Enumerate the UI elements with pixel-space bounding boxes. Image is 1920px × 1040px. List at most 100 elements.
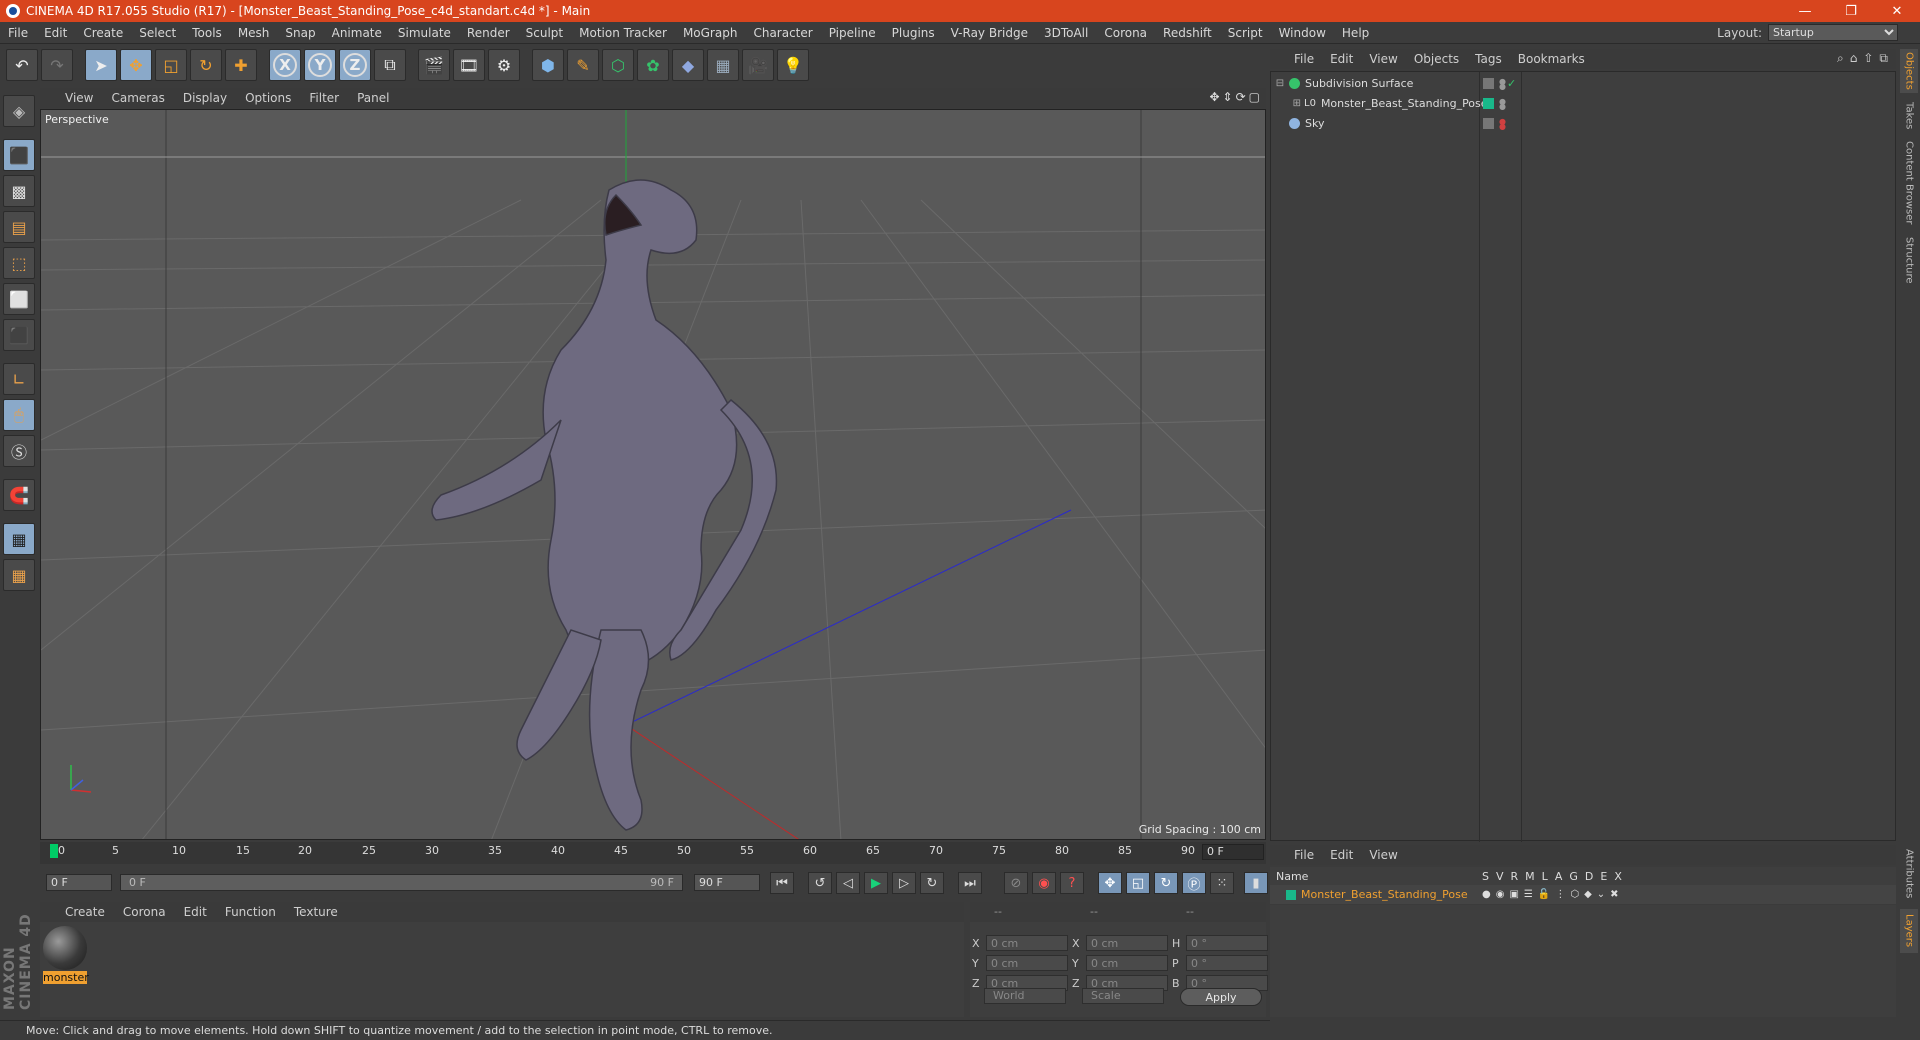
xref-flag-icon[interactable]: ✖ [1610, 889, 1618, 900]
add-spline-button[interactable]: ✎ [567, 49, 599, 81]
objects-menu-tags[interactable]: Tags [1467, 52, 1510, 66]
size-y-field[interactable]: 0 cm [1086, 955, 1168, 971]
object-row-subdivision-surface[interactable]: ⊟ Subdivision Surface ● ● ✓ [1271, 74, 1895, 93]
prev-key-button[interactable]: ↺ [808, 872, 832, 894]
layers-menu-file[interactable]: File [1286, 848, 1322, 862]
menu-render[interactable]: Render [459, 26, 518, 40]
planar-workplane-button[interactable]: ▦ [3, 559, 35, 591]
material-menu-create[interactable]: Create [56, 905, 114, 919]
maximize-view-icon[interactable]: ▢ [1249, 90, 1260, 104]
workplane-mode-button[interactable]: ▤ [3, 211, 35, 243]
tab-content-browser[interactable]: Content Browser [1900, 139, 1918, 227]
animation-flag-icon[interactable]: ⋮ [1555, 889, 1565, 900]
deformer-flag-icon[interactable]: ◆ [1584, 889, 1592, 900]
close-button[interactable]: ✕ [1874, 0, 1920, 22]
menu-corona[interactable]: Corona [1096, 26, 1155, 40]
menu-pipeline[interactable]: Pipeline [821, 26, 884, 40]
prev-frame-button[interactable]: ◁ [836, 872, 860, 894]
goto-start-button[interactable]: ⏮ [770, 872, 794, 894]
layer-row[interactable]: Monster_Beast_Standing_Pose ● ◉ ▣ ☰ 🔓 ⋮ … [1270, 885, 1896, 904]
column-view[interactable]: V [1496, 870, 1504, 883]
pan-icon[interactable]: ✥ [1209, 90, 1219, 104]
material-swatch[interactable]: monster [43, 926, 89, 984]
menu-motion-tracker[interactable]: Motion Tracker [571, 26, 675, 40]
menu-mograph[interactable]: MoGraph [675, 26, 746, 40]
record-keys-button[interactable]: ⊘ [1004, 872, 1028, 894]
menu-help[interactable]: Help [1334, 26, 1377, 40]
objects-menu-view[interactable]: View [1361, 52, 1405, 66]
viewport-menu-display[interactable]: Display [174, 91, 236, 105]
points-mode-button[interactable]: ⬚ [3, 247, 35, 279]
menu-script[interactable]: Script [1220, 26, 1271, 40]
play-button[interactable]: ▶ [864, 872, 888, 894]
menu-file[interactable]: File [0, 26, 36, 40]
solo-flag-icon[interactable]: ● [1482, 889, 1491, 900]
column-generators[interactable]: G [1569, 870, 1578, 883]
new-view-icon[interactable]: ⧉ [1879, 51, 1888, 66]
column-deformers[interactable]: D [1585, 870, 1593, 883]
visibility-dots-icon[interactable]: ● ● [1499, 117, 1506, 130]
layers-menu-view[interactable]: View [1361, 848, 1405, 862]
edges-mode-button[interactable]: ⬜ [3, 283, 35, 315]
material-menu-edit[interactable]: Edit [175, 905, 216, 919]
viewport-menu-filter[interactable]: Filter [300, 91, 348, 105]
polygons-mode-button[interactable]: ⬛ [3, 319, 35, 351]
rotation-h-field[interactable]: 0 ° [1186, 935, 1268, 951]
object-row-sky[interactable]: Sky ● ● [1271, 114, 1895, 133]
viewport-menu-cameras[interactable]: Cameras [102, 91, 173, 105]
key-scale-button[interactable]: ◱ [1126, 872, 1150, 894]
dolly-icon[interactable]: ⇕ [1223, 90, 1233, 104]
min-frame-field[interactable]: 0 F [46, 874, 112, 891]
apply-button[interactable]: Apply [1180, 988, 1262, 1006]
next-key-button[interactable]: ↻ [920, 872, 944, 894]
up-arrow-icon[interactable]: ⇧ [1863, 51, 1873, 66]
z-axis-lock-button[interactable]: Z [339, 49, 371, 81]
rotation-p-field[interactable]: 0 ° [1186, 955, 1268, 971]
render-view-button[interactable]: 🎬 [418, 49, 450, 81]
tab-takes[interactable]: Takes [1900, 99, 1918, 133]
menu-animate[interactable]: Animate [324, 26, 390, 40]
menu-edit[interactable]: Edit [36, 26, 75, 40]
magnet-button[interactable]: 🧲 [3, 479, 35, 511]
tweak-mode-button[interactable]: 🖱 [3, 399, 35, 431]
column-solo[interactable]: S [1482, 870, 1489, 883]
timeline-window-button[interactable]: ▮ [1244, 872, 1268, 894]
layer-name-column[interactable]: Name [1270, 870, 1308, 883]
goto-end-button[interactable]: ⏭ [958, 872, 982, 894]
coordinate-system-button[interactable]: ⧉ [374, 49, 406, 81]
make-editable-button[interactable]: ◈ [3, 95, 35, 127]
menu-tools[interactable]: Tools [184, 26, 230, 40]
view-eye-icon[interactable]: ◉ [1496, 889, 1505, 900]
coordinate-mode-dropdown[interactable]: World [984, 988, 1066, 1004]
material-menu-texture[interactable]: Texture [285, 905, 347, 919]
menu-vray-bridge[interactable]: V-Ray Bridge [943, 26, 1036, 40]
viewport-camera-label[interactable]: Perspective [45, 113, 109, 126]
material-menu-function[interactable]: Function [216, 905, 285, 919]
add-deformer-button[interactable]: ◆ [672, 49, 704, 81]
tab-attributes[interactable]: Attributes [1900, 845, 1918, 903]
menu-create[interactable]: Create [75, 26, 131, 40]
objects-menu-file[interactable]: File [1286, 52, 1322, 66]
autokey-button[interactable]: ◉ [1032, 872, 1056, 894]
tab-layers[interactable]: Layers [1900, 909, 1918, 953]
lock-flag-icon[interactable]: 🔓 [1538, 889, 1550, 900]
frame-range-slider[interactable]: 0 F 90 F [120, 874, 683, 891]
layers-menu-edit[interactable]: Edit [1322, 848, 1361, 862]
layout-dropdown[interactable]: Startup [1768, 24, 1898, 41]
restore-button[interactable]: ❐ [1828, 0, 1874, 22]
search-icon[interactable]: ⌕ [1837, 51, 1844, 66]
last-tool-button[interactable]: ✚ [225, 49, 257, 81]
position-x-field[interactable]: 0 cm [986, 935, 1068, 951]
key-pla-button[interactable]: ⁙ [1210, 872, 1234, 894]
menu-mesh[interactable]: Mesh [230, 26, 278, 40]
menu-3dtoall[interactable]: 3DToAll [1036, 26, 1096, 40]
column-xref[interactable]: X [1614, 870, 1622, 883]
tab-structure[interactable]: Structure [1900, 233, 1918, 287]
menu-character[interactable]: Character [745, 26, 820, 40]
axis-mode-button[interactable]: ∟ [3, 363, 35, 395]
size-mode-dropdown[interactable]: Scale [1082, 988, 1164, 1004]
add-array-button[interactable]: ✿ [637, 49, 669, 81]
objects-menu-edit[interactable]: Edit [1322, 52, 1361, 66]
column-animation[interactable]: A [1555, 870, 1563, 883]
texture-mode-button[interactable]: ▩ [3, 175, 35, 207]
